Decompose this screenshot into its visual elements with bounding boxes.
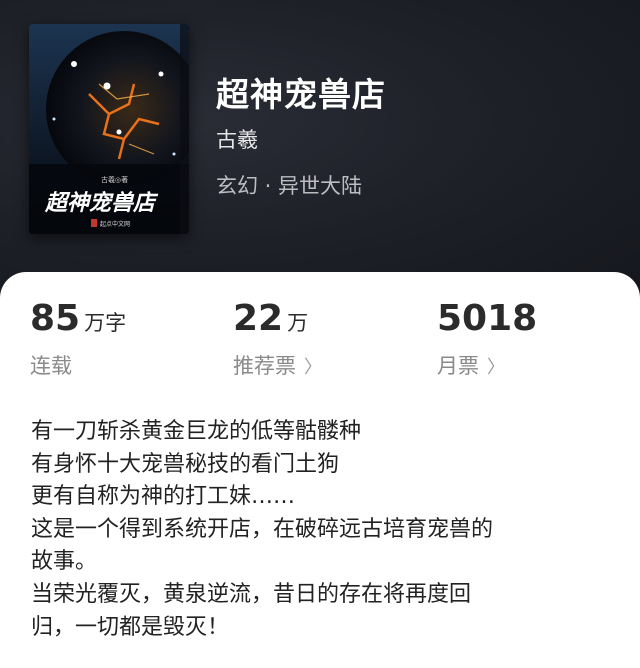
description-line: 有身怀十大宠兽秘技的看门土狗	[31, 451, 340, 477]
description-line: 这是一个得到系统开店，在破碎远古培育宠兽的	[31, 516, 494, 542]
description-line: 更有自称为神的打工妹……	[31, 484, 296, 510]
monthly-label[interactable]: 月票〉	[437, 350, 505, 380]
description-line: 有一刀斩杀黄金巨龙的低等骷髅种	[31, 419, 362, 444]
serial-status-label: 连载	[30, 354, 72, 378]
description-line: 故事。	[31, 549, 98, 575]
book-cover-image[interactable]: 古羲◎著 超神宠兽店 起点中文网	[29, 24, 189, 234]
book-info-card: 85 万字 连载 22 万 推荐票〉 5018 月票〉 有一刀斩杀黄金巨龙的低等骷髅…	[0, 272, 640, 668]
cover-title-text: 超神宠兽店	[44, 190, 159, 216]
chevron-right-icon: 〉	[487, 357, 505, 378]
book-title: 超神宠兽店	[216, 75, 386, 114]
word-count-unit: 万字	[84, 311, 127, 335]
description-line: 归，一切都是毁灭！	[31, 614, 230, 640]
chevron-right-icon: 〉	[304, 357, 322, 378]
monthly-label-text: 月票	[437, 354, 479, 378]
recommend-label-text: 推荐票	[233, 354, 296, 378]
book-author-link[interactable]: 古羲	[216, 124, 258, 154]
recommend-value: 22	[233, 298, 284, 339]
stat-monthly-tickets[interactable]: 5018 月票〉	[437, 298, 538, 378]
stat-word-count: 85 万字 连载	[30, 298, 127, 378]
book-genre-tags[interactable]: 玄幻 · 异世大陆	[216, 170, 362, 200]
book-header: 古羲◎著 超神宠兽店 起点中文网 超神宠兽店 古羲 玄幻 · 异世大陆	[0, 0, 640, 300]
cover-artwork: 古羲◎著 超神宠兽店 起点中文网	[29, 24, 189, 234]
description-line: 当荣光覆灭，黄泉逆流，昔日的存在将再度回	[31, 581, 472, 607]
recommend-label[interactable]: 推荐票〉	[233, 350, 322, 380]
book-description[interactable]: 有一刀斩杀黄金巨龙的低等骷髅种 有身怀十大宠兽秘技的看门土狗 更有自称为神的打工…	[31, 416, 611, 644]
word-count-value: 85	[30, 298, 81, 339]
stat-recommend-tickets[interactable]: 22 万 推荐票〉	[233, 298, 322, 378]
monthly-value: 5018	[437, 298, 538, 339]
recommend-unit: 万	[287, 311, 309, 335]
cover-publisher-text: 起点中文网	[100, 220, 130, 228]
cover-author-text: 古羲◎著	[101, 175, 128, 184]
